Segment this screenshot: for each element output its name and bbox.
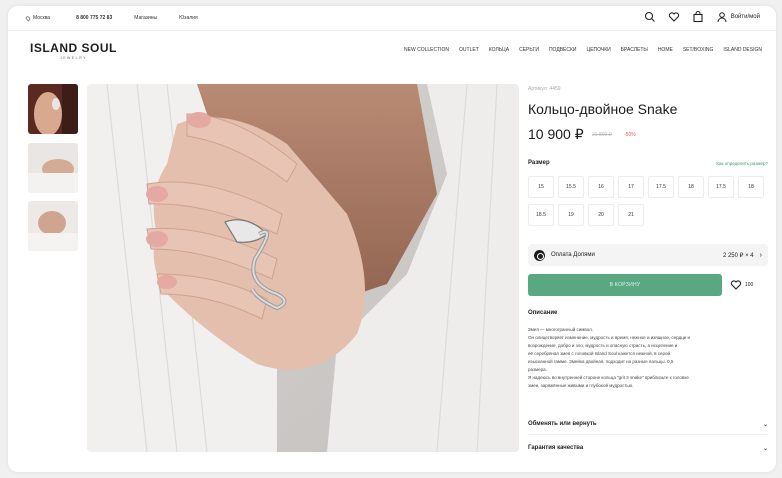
description-title: Описание xyxy=(528,310,558,316)
size-option[interactable]: 15.5 xyxy=(558,176,584,198)
article-number: Артикул: 4459 xyxy=(528,86,561,92)
favorite-button[interactable]: 100 xyxy=(730,274,753,296)
size-label: Размер xyxy=(528,160,550,166)
chevron-down-icon: ⌄ xyxy=(762,445,768,452)
size-guide-link[interactable]: Как определить размер? xyxy=(716,161,768,166)
accordion-label: Обменять или вернуть xyxy=(528,421,597,427)
favorite-count: 100 xyxy=(745,282,754,288)
description-line: размера. xyxy=(528,367,547,372)
nav-item[interactable]: ЦЕПОЧКИ xyxy=(587,47,611,53)
main-nav: NEW COLLECTION OUTLET КОЛЬЦА СЕРЬГИ ПОДВ… xyxy=(404,47,762,53)
add-to-cart-button[interactable]: В КОРЗИНУ xyxy=(528,274,722,296)
description-line: Змея — многогранный символ. xyxy=(528,327,593,332)
phone-link[interactable]: 8 800 775 72 83 xyxy=(76,15,112,21)
nav-item[interactable]: ISLAND DESIGN xyxy=(723,47,762,53)
installments-banner[interactable]: Оплата Долями 2 250 ₽ × 4 › xyxy=(528,244,768,266)
size-option[interactable]: 16 xyxy=(588,176,614,198)
stores-link[interactable]: Магазины xyxy=(134,15,157,21)
discount-badge: -50% xyxy=(624,132,636,138)
product-main-image[interactable] xyxy=(87,84,519,452)
product-thumbnail[interactable] xyxy=(28,143,78,193)
size-option[interactable]: 17.5 xyxy=(648,176,674,198)
nav-item[interactable]: КОЛЬЦА xyxy=(489,47,509,53)
description-line: Он олицетворяет изменение, мудрость и вр… xyxy=(528,335,690,340)
service-link[interactable]: Юзалия xyxy=(179,15,198,21)
product-thumbnail[interactable] xyxy=(28,84,78,134)
installments-label: Оплата Долями xyxy=(551,252,595,258)
size-option[interactable]: 20 xyxy=(588,204,614,226)
product-price: 10 900 ₽ xyxy=(528,126,584,142)
product-thumbnail[interactable] xyxy=(28,201,78,251)
logo-subtext: JEWELRY xyxy=(59,56,87,60)
accordion-returns[interactable]: Обменять или вернуть ⌄ xyxy=(528,418,768,430)
account-button[interactable]: Войти/мой xyxy=(716,11,760,23)
chevron-right-icon: › xyxy=(759,251,762,259)
nav-item[interactable]: OUTLET xyxy=(459,47,479,53)
size-option[interactable]: 18.5 xyxy=(528,204,554,226)
heart-icon[interactable] xyxy=(668,11,680,23)
description-line: Я надеюсь во внутренней стороне кольца "… xyxy=(528,375,689,380)
heart-icon xyxy=(730,279,742,291)
cart-icon[interactable] xyxy=(692,11,704,23)
description-text: Змея — многогранный символ. Он олицетвор… xyxy=(528,326,764,390)
description-line: её серебряная змея с головкой Island Sou… xyxy=(528,351,671,356)
nav-item[interactable]: ПОДВЕСКИ xyxy=(549,47,577,53)
site-logo[interactable]: ISLAND SOUL JEWELRY xyxy=(30,41,117,60)
size-option[interactable]: 15 xyxy=(528,176,554,198)
user-icon xyxy=(716,11,728,23)
logo-text: ISLAND SOUL xyxy=(30,41,117,55)
page-frame: Москва 8 800 775 72 83 Магазины Юзалия В… xyxy=(8,6,776,472)
account-label: Войти/мой xyxy=(730,14,760,20)
search-icon[interactable] xyxy=(644,11,656,23)
description-line: возрождение, добро и зло, мудрость и опа… xyxy=(528,343,678,348)
location-pin-icon xyxy=(24,14,32,22)
description-line: изысканной гамме. Змейка двойная, подход… xyxy=(528,359,674,364)
size-option[interactable]: 18 xyxy=(678,176,704,198)
old-price: 21 800 ₽ xyxy=(592,132,612,138)
nav-item[interactable]: HOME xyxy=(658,47,673,53)
size-option[interactable]: 21 xyxy=(618,204,644,226)
dolyame-logo-icon xyxy=(534,249,545,261)
main-header: ISLAND SOUL JEWELRY NEW COLLECTION OUTLE… xyxy=(8,31,776,71)
nav-item[interactable]: SET/BOXING xyxy=(683,47,714,53)
accordion-label: Гарантия качества xyxy=(528,445,584,451)
size-option[interactable]: 18 xyxy=(738,176,764,198)
chevron-down-icon: ⌄ xyxy=(762,421,768,428)
city-label: Москва xyxy=(33,15,51,21)
description-line: змеи, заряжённые живыми и глубокой мудро… xyxy=(528,383,634,388)
header-icons: Войти/мой xyxy=(644,11,760,23)
nav-item[interactable]: БРАСЛЕТЫ xyxy=(621,47,648,53)
installments-amount: 2 250 ₽ × 4 xyxy=(722,252,754,259)
size-option[interactable]: 17.5 xyxy=(708,176,734,198)
nav-item[interactable]: NEW COLLECTION xyxy=(404,47,449,53)
accordion-quality[interactable]: Гарантия качества ⌄ xyxy=(528,442,768,454)
product-title: Кольцо-двойное Snake xyxy=(528,101,678,117)
size-option[interactable]: 17 xyxy=(618,176,644,198)
nav-item[interactable]: СЕРЬГИ xyxy=(519,47,539,53)
size-option[interactable]: 19 xyxy=(558,204,584,226)
accordion-divider xyxy=(528,434,768,435)
city-selector[interactable]: Москва xyxy=(24,14,51,22)
